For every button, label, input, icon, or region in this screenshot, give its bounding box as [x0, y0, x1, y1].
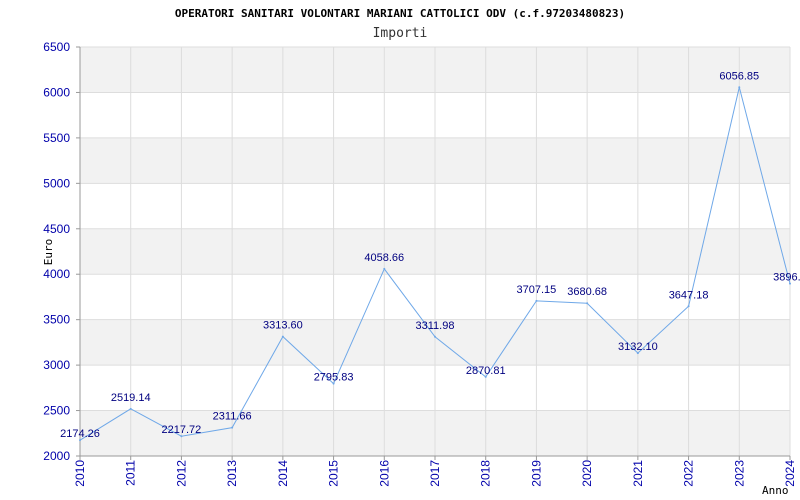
data-label: 2311.66	[213, 411, 252, 423]
data-label: 3313.60	[263, 320, 303, 332]
y-tick-label: 5500	[43, 131, 70, 145]
data-point	[383, 267, 386, 270]
x-tick-label: 2023	[732, 460, 746, 487]
x-tick-label: 2019	[529, 460, 543, 487]
data-label: 3680.68	[567, 286, 607, 298]
data-label: 2174.26	[60, 428, 100, 440]
y-tick-label: 3000	[43, 358, 70, 372]
data-point	[129, 407, 132, 410]
y-tick-label: 2500	[43, 404, 70, 418]
data-label: 2217.72	[162, 424, 202, 436]
x-tick-label: 2013	[225, 460, 239, 487]
data-label: 4058.66	[364, 252, 404, 264]
x-tick-label: 2021	[631, 460, 645, 487]
y-tick-label: 3500	[43, 313, 70, 327]
data-label: 3707.15	[517, 284, 557, 296]
y-axis-label: Euro	[42, 239, 55, 266]
x-tick-label: 2016	[377, 460, 391, 487]
data-label: 3647.18	[669, 289, 709, 301]
x-tick-label: 2024	[783, 460, 797, 487]
y-tick-label: 2000	[43, 449, 70, 463]
x-tick-label: 2011	[124, 460, 138, 486]
chart-subtitle: Importi	[373, 26, 428, 41]
x-tick-label: 2020	[580, 460, 594, 487]
x-tick-label: 2017	[428, 460, 442, 487]
x-tick-label: 2022	[682, 460, 696, 487]
x-tick-label: 2010	[73, 460, 87, 487]
y-tick-label: 4000	[43, 267, 70, 281]
x-tick-labels: 2010 2011 2012 2013 2014 2015 2016 2017 2018 2019…	[73, 460, 797, 487]
data-label: 3311.98	[416, 320, 455, 332]
data-label: 3896.1	[773, 272, 800, 284]
x-tick-label: 2018	[479, 460, 493, 487]
data-point	[281, 335, 284, 338]
data-label: 3132.10	[618, 341, 658, 353]
x-tick-label: 2014	[276, 460, 290, 487]
y-tick-label: 4500	[43, 222, 70, 236]
data-point	[231, 426, 234, 429]
data-point	[434, 335, 436, 338]
data-label: 2795.83	[314, 372, 354, 384]
x-tick-label: 2012	[174, 460, 188, 487]
data-label: 6056.85	[719, 70, 759, 82]
x-tick-label: 2015	[327, 460, 341, 487]
data-point	[535, 299, 538, 302]
chart-title: OPERATORI SANITARI VOLONTARI MARIANI CAT…	[175, 7, 625, 20]
data-point	[687, 305, 690, 308]
y-tick-label: 6500	[43, 40, 70, 54]
y-tick-label: 6000	[43, 85, 70, 99]
y-tick-label: 5000	[43, 176, 70, 190]
data-point	[738, 86, 741, 89]
data-label: 2519.14	[111, 392, 151, 404]
chart: OPERATORI SANITARI VOLONTARI MARIANI CAT…	[42, 7, 800, 497]
data-label: 2870.81	[466, 365, 506, 377]
data-point	[586, 302, 589, 305]
